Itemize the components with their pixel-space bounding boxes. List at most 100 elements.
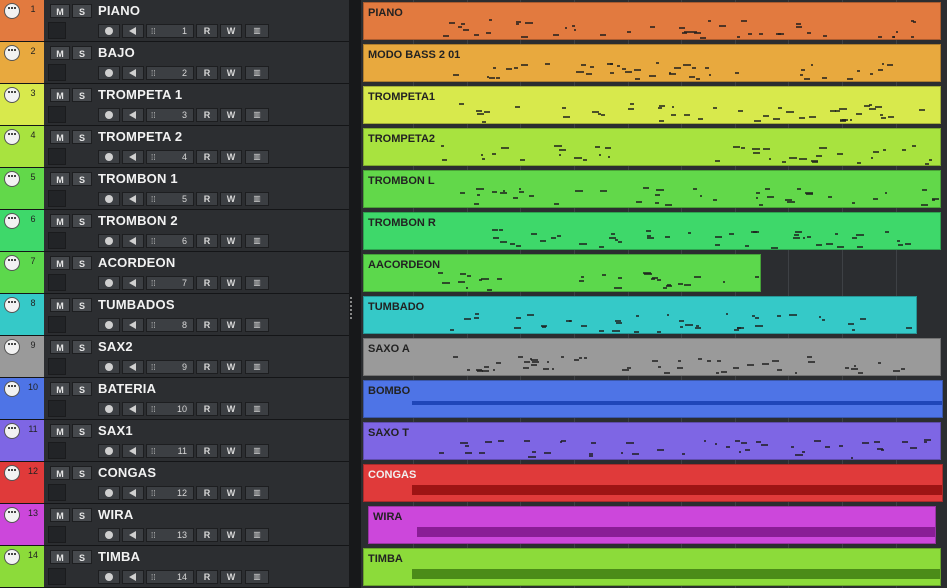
track-color-strip[interactable]: 11 [0,420,44,461]
midi-channel-field[interactable]: ⁞⁞ 1 [146,24,194,38]
track-name[interactable]: TROMBON 1 [98,171,178,186]
solo-button[interactable]: S [72,88,92,102]
track-color-strip[interactable]: 14 [0,546,44,587]
track-name[interactable]: CONGAS [98,465,156,480]
midi-clip[interactable]: SAXO A [363,338,941,376]
edit-instrument-button[interactable]: ▥ [245,318,269,332]
track-name[interactable]: TROMBON 2 [98,213,178,228]
track-expand-icon[interactable] [48,106,66,123]
solo-button[interactable]: S [72,550,92,564]
solo-button[interactable]: S [72,508,92,522]
track-color-strip[interactable]: 13 [0,504,44,545]
write-automation-button[interactable]: W [220,360,242,374]
track-header[interactable]: 6 M S TROMBON 2 ⁞⁞ 6 R W ▥ [0,210,349,252]
track-expand-icon[interactable] [48,64,66,81]
midi-channel-field[interactable]: ⁞⁞ 13 [146,528,194,542]
mute-button[interactable]: M [50,214,70,228]
midi-clip[interactable]: TROMBON L [363,170,941,208]
edit-instrument-button[interactable]: ▥ [245,360,269,374]
track-expand-icon[interactable] [48,400,66,417]
track-header[interactable]: 13 M S WIRA ⁞⁞ 13 R W ▥ [0,504,349,546]
track-expand-icon[interactable] [48,22,66,39]
solo-button[interactable]: S [72,424,92,438]
track-name[interactable]: TIMBA [98,549,140,564]
record-enable-icon[interactable] [98,528,120,542]
midi-clip[interactable]: SAXO T [363,422,941,460]
midi-channel-field[interactable]: ⁞⁞ 3 [146,108,194,122]
monitor-icon[interactable] [122,318,144,332]
write-automation-button[interactable]: W [220,24,242,38]
record-enable-icon[interactable] [98,276,120,290]
record-enable-icon[interactable] [98,150,120,164]
monitor-icon[interactable] [122,276,144,290]
monitor-icon[interactable] [122,444,144,458]
track-header[interactable]: 4 M S TROMPETA 2 ⁞⁞ 4 R W ▥ [0,126,349,168]
track-expand-icon[interactable] [48,148,66,165]
track-name[interactable]: ACORDEON [98,255,175,270]
mute-button[interactable]: M [50,4,70,18]
mute-button[interactable]: M [50,466,70,480]
track-header[interactable]: 11 M S SAX1 ⁞⁞ 11 R W ▥ [0,420,349,462]
write-automation-button[interactable]: W [220,402,242,416]
write-automation-button[interactable]: W [220,318,242,332]
monitor-icon[interactable] [122,360,144,374]
midi-channel-field[interactable]: ⁞⁞ 10 [146,402,194,416]
midi-clip[interactable]: AACORDEON [363,254,761,292]
track-expand-icon[interactable] [48,316,66,333]
audio-clip[interactable]: WIRA [368,506,936,544]
monitor-icon[interactable] [122,66,144,80]
midi-clip[interactable]: TROMPETA1 [363,86,941,124]
midi-channel-field[interactable]: ⁞⁞ 6 [146,234,194,248]
monitor-icon[interactable] [122,402,144,416]
track-expand-icon[interactable] [48,232,66,249]
track-header[interactable]: 8 M S TUMBADOS ⁞⁞ 8 R W ▥ [0,294,349,336]
read-automation-button[interactable]: R [196,150,218,164]
write-automation-button[interactable]: W [220,528,242,542]
mute-button[interactable]: M [50,550,70,564]
mute-button[interactable]: M [50,256,70,270]
edit-instrument-button[interactable]: ▥ [245,528,269,542]
read-automation-button[interactable]: R [196,528,218,542]
monitor-icon[interactable] [122,150,144,164]
track-expand-icon[interactable] [48,568,66,585]
track-color-strip[interactable]: 12 [0,462,44,503]
edit-instrument-button[interactable]: ▥ [245,570,269,584]
edit-instrument-button[interactable]: ▥ [245,234,269,248]
write-automation-button[interactable]: W [220,486,242,500]
record-enable-icon[interactable] [98,402,120,416]
midi-channel-field[interactable]: ⁞⁞ 9 [146,360,194,374]
track-name[interactable]: TUMBADOS [98,297,175,312]
edit-instrument-button[interactable]: ▥ [245,24,269,38]
midi-channel-field[interactable]: ⁞⁞ 2 [146,66,194,80]
read-automation-button[interactable]: R [196,570,218,584]
edit-instrument-button[interactable]: ▥ [245,192,269,206]
solo-button[interactable]: S [72,172,92,186]
track-name[interactable]: TROMPETA 1 [98,87,182,102]
read-automation-button[interactable]: R [196,318,218,332]
mute-button[interactable]: M [50,298,70,312]
edit-instrument-button[interactable]: ▥ [245,108,269,122]
edit-instrument-button[interactable]: ▥ [245,276,269,290]
midi-channel-field[interactable]: ⁞⁞ 14 [146,570,194,584]
edit-instrument-button[interactable]: ▥ [245,486,269,500]
solo-button[interactable]: S [72,256,92,270]
read-automation-button[interactable]: R [196,360,218,374]
track-header[interactable]: 10 M S BATERIA ⁞⁞ 10 R W ▥ [0,378,349,420]
solo-button[interactable]: S [72,46,92,60]
monitor-icon[interactable] [122,192,144,206]
midi-clip[interactable]: MODO BASS 2 01 [363,44,941,82]
edit-instrument-button[interactable]: ▥ [245,66,269,80]
record-enable-icon[interactable] [98,24,120,38]
track-expand-icon[interactable] [48,484,66,501]
midi-clip[interactable]: TROMBON R [363,212,941,250]
midi-clip[interactable]: TUMBADO [363,296,917,334]
track-expand-icon[interactable] [48,274,66,291]
track-header[interactable]: 9 M S SAX2 ⁞⁞ 9 R W ▥ [0,336,349,378]
track-header[interactable]: 1 M S PIANO ⁞⁞ 1 R W ▥ [0,0,349,42]
track-name[interactable]: SAX1 [98,423,133,438]
midi-channel-field[interactable]: ⁞⁞ 5 [146,192,194,206]
audio-clip[interactable]: BOMBO [363,380,943,418]
read-automation-button[interactable]: R [196,24,218,38]
track-name[interactable]: BATERIA [98,381,156,396]
arrangement-area[interactable]: PIANO MODO BASS 2 01 TROMPETA1 TROMPETA2 TRO… [361,0,947,588]
